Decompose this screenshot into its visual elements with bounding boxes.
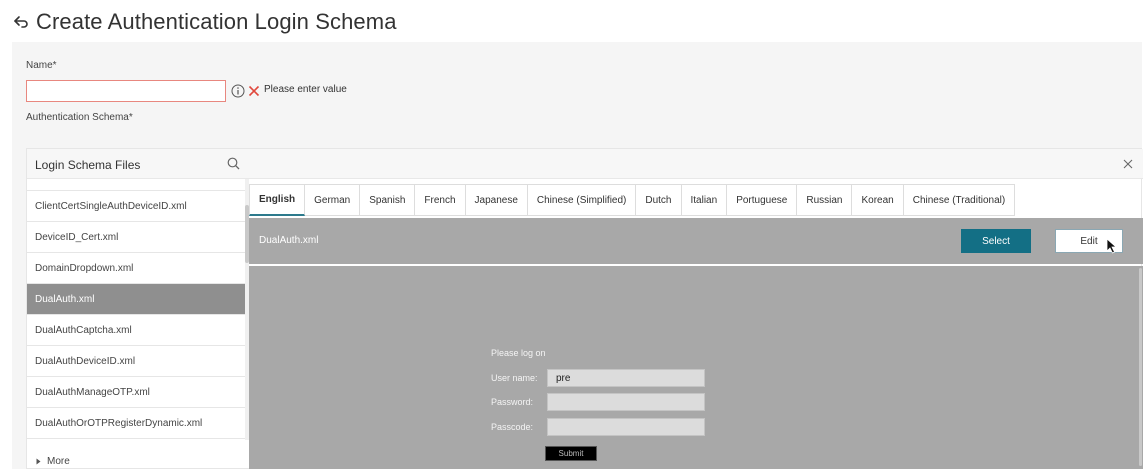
file-list-item[interactable]: ClientCertDualAuthDeviceID.xml: [27, 179, 245, 191]
info-icon[interactable]: [231, 84, 245, 98]
schema-label: Authentication Schema*: [26, 112, 133, 123]
form-card: Name* Please enter value Authentication …: [12, 42, 1143, 469]
tab-german[interactable]: German: [305, 184, 361, 216]
login-title: Please log on: [491, 348, 546, 358]
more-label: More: [47, 456, 70, 467]
tab-chinese-traditional[interactable]: Chinese (Traditional): [903, 184, 1016, 216]
username-field[interactable]: pre: [547, 369, 705, 387]
file-list-item[interactable]: DeviceID_Cert.xml: [27, 222, 245, 253]
tab-portuguese[interactable]: Portuguese: [727, 184, 798, 216]
select-button[interactable]: Select: [961, 229, 1031, 253]
login-preview: Please log on User name: pre Password: P…: [249, 266, 1143, 469]
tab-korean[interactable]: Korean: [852, 184, 904, 216]
preview-toolbar: DualAuth.xml Select Edit: [249, 218, 1143, 264]
schema-panel: Login Schema Files ClientCertDualAuthDev…: [26, 148, 1143, 469]
tab-english[interactable]: English: [249, 184, 306, 216]
close-icon[interactable]: [1123, 159, 1133, 169]
page-header: Create Authentication Login Schema: [12, 8, 397, 36]
file-list-item[interactable]: DualAuthCaptcha.xml: [27, 315, 245, 346]
name-label: Name*: [26, 60, 57, 71]
preview-scroll-thumb[interactable]: [1139, 268, 1142, 466]
search-icon[interactable]: [227, 157, 240, 170]
mouse-cursor-icon: [1106, 238, 1118, 254]
language-tabs: English German Spanish French Japanese C…: [249, 184, 1016, 216]
submit-button[interactable]: Submit: [545, 446, 597, 461]
error-x-icon: [248, 85, 260, 97]
name-input[interactable]: [26, 80, 226, 102]
more-link[interactable]: More: [35, 456, 70, 467]
page-title: Create Authentication Login Schema: [36, 9, 397, 34]
file-list-item[interactable]: ClientCertSingleAuthDeviceID.xml: [27, 191, 245, 222]
tab-spanish[interactable]: Spanish: [360, 184, 416, 216]
preview-file-name: DualAuth.xml: [259, 235, 319, 246]
password-label: Password:: [491, 397, 534, 407]
passcode-label: Passcode:: [491, 422, 534, 432]
file-panel-title: Login Schema Files: [35, 158, 141, 172]
file-list-item-selected[interactable]: DualAuth.xml: [27, 284, 245, 315]
tab-chinese-simplified[interactable]: Chinese (Simplified): [527, 184, 637, 216]
tab-japanese[interactable]: Japanese: [465, 184, 528, 216]
tab-russian[interactable]: Russian: [797, 184, 853, 216]
file-list-item[interactable]: DualAuthManageOTP.xml: [27, 377, 245, 408]
tab-italian[interactable]: Italian: [681, 184, 728, 216]
file-list: ClientCertDualAuthDeviceID.xml ClientCer…: [27, 179, 245, 440]
username-label: User name:: [491, 373, 538, 383]
tab-dutch[interactable]: Dutch: [636, 184, 682, 216]
file-list-item[interactable]: DomainDropdown.xml: [27, 253, 245, 284]
file-panel-header: Login Schema Files: [27, 149, 1143, 179]
back-arrow-icon[interactable]: [12, 13, 30, 31]
caret-right-icon: [36, 458, 41, 465]
file-list-item[interactable]: DualAuthDeviceID.xml: [27, 346, 245, 377]
file-list-item[interactable]: DualAuthOrOTPRegisterDynamic.xml: [27, 408, 245, 439]
password-field[interactable]: [547, 393, 705, 411]
error-message: Please enter value: [264, 84, 347, 95]
tab-french[interactable]: French: [415, 184, 466, 216]
passcode-field[interactable]: [547, 418, 705, 436]
